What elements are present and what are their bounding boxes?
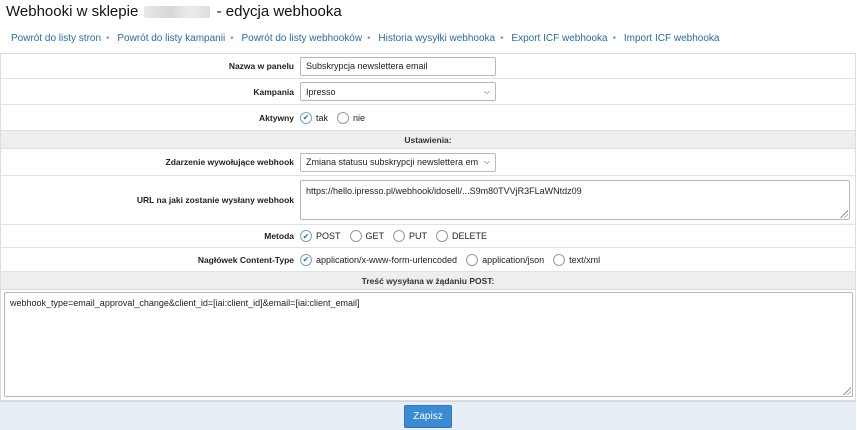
chevron-down-icon: ⌵ [483,157,490,166]
content-type-cell: ✔ application/x-www-form-urlencoded appl… [298,253,855,266]
nav-link-campaigns[interactable]: Powrót do listy kampanii [117,33,225,44]
page-title: Webhooki w sklepie - edycja webhooka [6,3,342,20]
method-radio-get[interactable]: GET [349,230,385,242]
url-cell: https://hello.ipresso.pl/webhook/idosell… [298,180,855,220]
radio-empty-icon [349,230,362,242]
nav-separator: • [612,33,617,44]
webhook-form: Nazwa w panelu Kampania Ipresso ⌵ Aktywn… [0,53,856,401]
nav-separator: • [106,33,110,44]
active-option-yes-label: tak [316,112,329,123]
row-url: URL na jaki zostanie wysłany webhook htt… [1,176,855,225]
body-textarea-value: webhook_type=email_approval_change&clien… [10,298,360,308]
radio-empty-icon [393,230,406,242]
check-icon: ✔ [300,111,312,124]
method-radio-post[interactable]: ✔ POST [300,230,341,242]
nav-link-import[interactable]: Import ICF webhooka [624,33,720,44]
radio-empty-icon [337,111,350,124]
method-option-put-label: PUT [409,231,428,241]
nav-separator: • [230,33,234,44]
body-cell: webhook_type=email_approval_change&clien… [1,290,855,400]
content-type-option-json-label: application/json [482,254,545,265]
row-active: Aktywny ✔ tak nie [1,105,855,131]
chevron-down-icon: ⌵ [483,86,490,96]
name-cell [298,56,855,76]
content-type-radio-xml[interactable]: text/xml [553,253,601,266]
method-option-get-label: GET [365,231,385,241]
nav-link-export[interactable]: Export ICF webhooka [511,33,607,44]
body-textarea[interactable]: webhook_type=email_approval_change&clien… [4,292,853,397]
content-type-radio-json[interactable]: application/json [466,253,545,266]
event-select[interactable]: Zmiana statusu subskrypcji newslettera e… [300,152,496,172]
content-type-option-xml-label: text/xml [569,254,601,265]
radio-empty-icon [553,253,566,266]
radio-empty-icon [436,230,449,242]
method-option-post-label: POST [316,231,341,241]
content-type-radio-form[interactable]: ✔ application/x-www-form-urlencoded [300,253,458,266]
campaign-select-value: Ipresso [306,86,336,97]
url-textarea-value: https://hello.ipresso.pl/webhook/idosell… [306,186,582,196]
active-label: Aktywny [259,112,294,123]
check-icon: ✔ [300,230,312,242]
nav-separator: • [500,33,504,44]
nav-links: Powrót do listy stron • Powrót do listy k… [11,33,719,44]
row-name: Nazwa w panelu [1,54,855,79]
name-label: Nazwa w panelu [228,61,294,71]
nav-link-webhooks[interactable]: Powrót do listy webhooków [241,33,362,44]
event-select-value: Zmiana statusu subskrypcji newslettera e… [306,157,478,167]
url-textarea[interactable]: https://hello.ipresso.pl/webhook/idosell… [300,180,850,220]
radio-empty-icon [466,253,479,266]
form-footer: Zapisz [0,401,856,430]
content-type-option-form-label: application/x-www-form-urlencoded [316,254,458,265]
active-radio-no[interactable]: nie [337,111,366,124]
nav-link-pages[interactable]: Powrót do listy stron [11,33,101,44]
resize-grip-icon[interactable] [840,210,848,218]
row-content-type: Nagłówek Content-Type ✔ application/x-ww… [1,248,855,272]
settings-section-header: Ustawienia: [1,131,855,149]
redacted-shop-name [144,6,211,19]
method-cell: ✔ POST GET PUT DELETE [298,230,855,242]
url-label: URL na jaki zostanie wysłany webhook [136,195,294,205]
nav-separator: • [367,33,371,44]
row-campaign: Kampania Ipresso ⌵ [1,79,855,105]
page-title-suffix: - edycja webhooka [216,3,342,20]
campaign-select[interactable]: Ipresso ⌵ [300,82,496,101]
event-label: Zdarzenie wywołujące webhook [165,157,294,167]
method-option-delete-label: DELETE [452,231,488,241]
content-type-label: Nagłówek Content-Type [197,254,294,265]
campaign-cell: Ipresso ⌵ [298,82,855,101]
save-button[interactable]: Zapisz [404,404,452,428]
active-option-no-label: nie [353,112,366,123]
active-cell: ✔ tak nie [298,111,855,124]
body-section-header: Treść wysyłana w żądaniu POST: [1,272,855,290]
nav-link-history[interactable]: Historia wysyłki webhooka [378,33,495,44]
row-method: Metoda ✔ POST GET PUT DELETE [1,225,855,248]
check-icon: ✔ [300,253,312,266]
active-radio-yes[interactable]: ✔ tak [300,111,329,124]
method-radio-put[interactable]: PUT [393,230,427,242]
resize-grip-icon[interactable] [843,387,851,395]
campaign-label: Kampania [253,86,294,97]
name-input[interactable] [300,56,496,76]
event-cell: Zmiana statusu subskrypcji newslettera e… [298,152,855,172]
method-radio-delete[interactable]: DELETE [436,230,487,242]
method-label: Metoda [264,231,294,241]
page-title-prefix: Webhooki w sklepie [6,3,139,20]
row-event: Zdarzenie wywołujące webhook Zmiana stat… [1,149,855,176]
